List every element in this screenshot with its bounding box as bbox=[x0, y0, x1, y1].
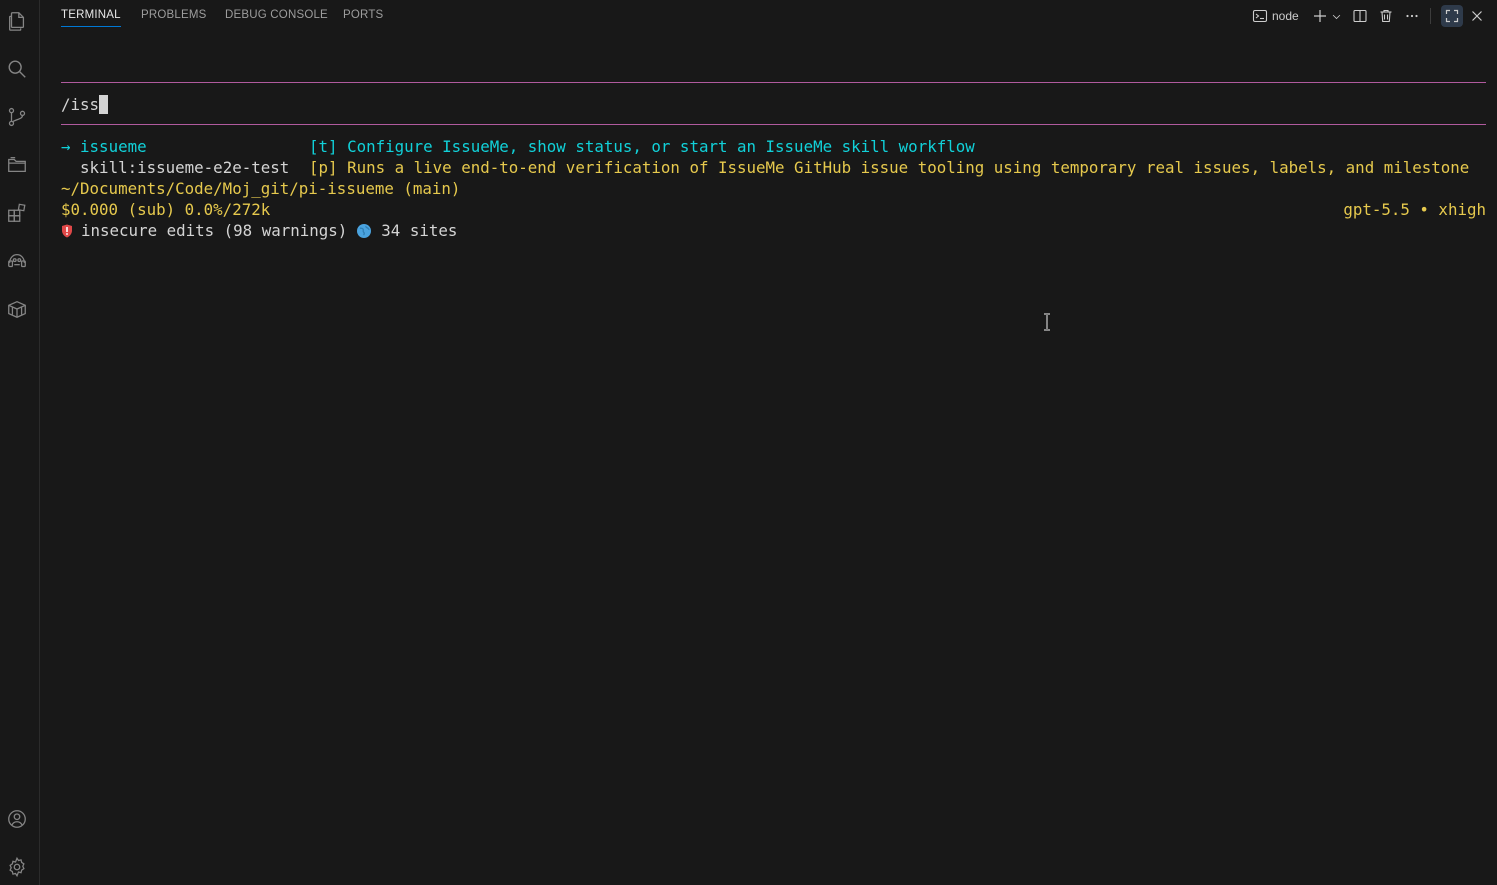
terminal-instance-selector[interactable]: node bbox=[1252, 7, 1299, 25]
sites-text: 34 sites bbox=[381, 221, 458, 240]
tab-problems[interactable]: PROBLEMS bbox=[141, 0, 207, 32]
close-panel-button[interactable] bbox=[1469, 7, 1485, 25]
input-bottom-border bbox=[61, 124, 1486, 125]
terminal-input-text: /iss bbox=[61, 95, 100, 114]
copilot-icon[interactable] bbox=[6, 250, 28, 272]
ellipsis-icon bbox=[1406, 14, 1418, 18]
cwd-line: ~/Documents/Code/Moj_git/pi-issueme (mai… bbox=[61, 179, 461, 198]
close-icon bbox=[1472, 11, 1482, 21]
terminal-viewport[interactable]: /iss → issueme [t] Configure IssueMe, sho… bbox=[61, 32, 1487, 885]
suggestion-name: skill:issueme-e2e-test bbox=[80, 158, 290, 177]
account-icon[interactable] bbox=[6, 808, 28, 830]
suggestion-tag: [p] bbox=[309, 158, 338, 177]
suggestion-item-issueme[interactable]: → issueme [t] Configure IssueMe, show sta… bbox=[61, 136, 975, 157]
maximize-panel-button[interactable] bbox=[1441, 5, 1463, 27]
tab-ports[interactable]: PORTS bbox=[343, 0, 383, 32]
shield-warning-icon bbox=[62, 224, 72, 238]
suggestion-tag: [t] bbox=[309, 137, 338, 156]
split-terminal-button[interactable] bbox=[1352, 7, 1368, 25]
text-cursor-ibeam-icon bbox=[1044, 313, 1050, 331]
warnings-text: insecure edits (98 warnings) bbox=[81, 221, 348, 240]
settings-gear-icon[interactable] bbox=[6, 856, 28, 878]
model-indicator: gpt-5.5 • xhigh bbox=[1343, 200, 1486, 219]
kill-terminal-button[interactable] bbox=[1378, 7, 1394, 25]
tab-debug-console[interactable]: DEBUG CONSOLE bbox=[225, 0, 328, 32]
terminal-icon bbox=[1252, 9, 1268, 23]
containers-icon[interactable] bbox=[6, 298, 28, 320]
status-line: insecure edits (98 warnings) 34 sites bbox=[61, 220, 457, 241]
suggestion-marker bbox=[61, 158, 80, 177]
input-top-border bbox=[61, 82, 1486, 83]
chevron-down-icon bbox=[1332, 14, 1340, 19]
cost-line: $0.000 (sub) 0.0%/272k bbox=[61, 200, 271, 219]
panel-toolbar: node bbox=[1237, 0, 1497, 32]
search-icon[interactable] bbox=[6, 58, 28, 80]
extensions-icon[interactable] bbox=[6, 202, 28, 224]
activity-bar bbox=[0, 0, 40, 885]
terminal-cursor bbox=[99, 95, 109, 114]
suggestion-description: Configure IssueMe, show status, or start… bbox=[347, 137, 975, 156]
suggestion-detail: [p] Runs a live end-to-end verification … bbox=[309, 157, 1469, 178]
folder-icon[interactable] bbox=[6, 154, 28, 176]
suggestion-detail: [t] Configure IssueMe, show status, or s… bbox=[309, 136, 975, 157]
trash-icon bbox=[1380, 9, 1392, 23]
tab-terminal[interactable]: TERMINAL bbox=[61, 0, 121, 32]
maximize-icon bbox=[1445, 9, 1459, 23]
split-icon bbox=[1353, 9, 1367, 23]
terminal-name: node bbox=[1272, 9, 1299, 23]
suggestion-description: Runs a live end-to-end verification of I… bbox=[347, 158, 1470, 177]
suggestion-marker: → bbox=[61, 137, 81, 156]
suggestion-name: issueme bbox=[80, 137, 147, 156]
toolbar-divider bbox=[1430, 8, 1431, 24]
plus-icon bbox=[1314, 10, 1326, 22]
panel-header: TERMINAL PROBLEMS DEBUG CONSOLE PORTS no… bbox=[41, 0, 1497, 32]
new-terminal-button[interactable] bbox=[1312, 7, 1328, 25]
terminal-input-line[interactable]: /iss bbox=[61, 94, 109, 115]
more-actions-button[interactable] bbox=[1404, 7, 1420, 25]
globe-icon bbox=[357, 224, 372, 238]
explorer-files-icon[interactable] bbox=[6, 10, 28, 32]
launch-profile-dropdown[interactable] bbox=[1330, 7, 1342, 25]
source-control-icon[interactable] bbox=[6, 106, 28, 128]
suggestion-item-skill-e2e-test[interactable]: skill:issueme-e2e-test [p] Runs a live en… bbox=[61, 157, 1469, 178]
